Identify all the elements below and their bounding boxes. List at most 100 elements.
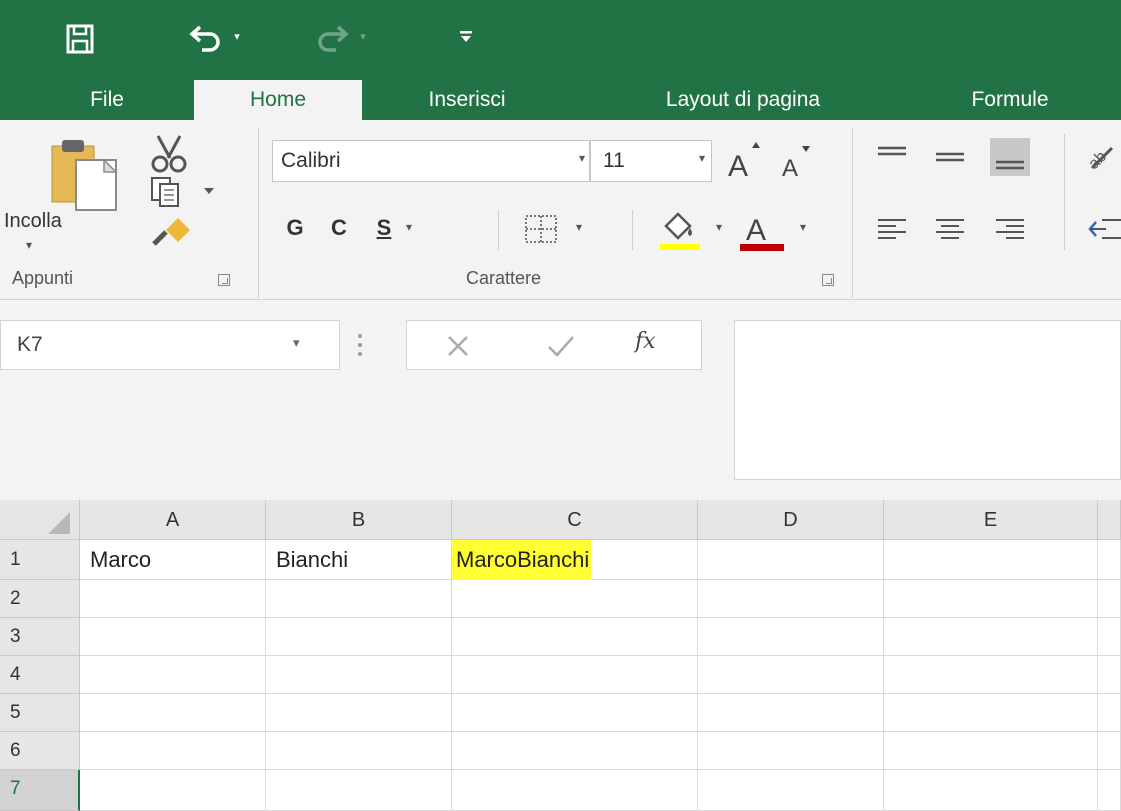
font-color-dropdown-icon[interactable]: ▾ xyxy=(800,220,806,234)
align-center-icon[interactable] xyxy=(930,210,970,248)
row-header-5[interactable]: 5 xyxy=(0,694,80,732)
cell-f4[interactable] xyxy=(1098,656,1121,694)
cell-c5[interactable] xyxy=(452,694,698,732)
cell-c7[interactable] xyxy=(452,770,698,811)
cell-f7[interactable] xyxy=(1098,770,1121,811)
row-header-6[interactable]: 6 xyxy=(0,732,80,770)
format-painter-icon[interactable] xyxy=(144,210,204,250)
redo-dropdown-icon[interactable]: ▾ xyxy=(354,24,372,48)
cell-a2[interactable] xyxy=(80,580,266,618)
fill-color-icon[interactable] xyxy=(656,206,704,254)
cell-b3[interactable] xyxy=(266,618,452,656)
borders-dropdown-icon[interactable]: ▾ xyxy=(576,220,582,234)
undo-icon[interactable] xyxy=(186,18,226,58)
cell-d4[interactable] xyxy=(698,656,884,694)
align-middle-icon[interactable] xyxy=(930,138,970,176)
clipboard-launcher-icon[interactable] xyxy=(218,274,230,286)
cell-e7[interactable] xyxy=(884,770,1098,811)
align-bottom-icon[interactable] xyxy=(990,138,1030,176)
orientation-icon[interactable]: ab xyxy=(1086,140,1121,176)
font-dropdown-icon[interactable]: ▾ xyxy=(579,151,585,165)
cell-b6[interactable] xyxy=(266,732,452,770)
bold-button[interactable]: G xyxy=(278,208,312,248)
cell-f6[interactable] xyxy=(1098,732,1121,770)
save-icon[interactable] xyxy=(64,22,96,56)
name-box[interactable]: K7 ▾ xyxy=(0,320,340,370)
cell-e2[interactable] xyxy=(884,580,1098,618)
cell-e1[interactable] xyxy=(884,540,1098,580)
row-header-1[interactable]: 1 xyxy=(0,540,80,580)
redo-icon[interactable] xyxy=(312,18,352,58)
column-header-f[interactable] xyxy=(1098,500,1121,540)
cell-f2[interactable] xyxy=(1098,580,1121,618)
undo-dropdown-icon[interactable]: ▾ xyxy=(228,24,246,48)
cell-f5[interactable] xyxy=(1098,694,1121,732)
cell-d6[interactable] xyxy=(698,732,884,770)
cancel-entry-icon[interactable] xyxy=(443,331,473,361)
customize-toolbar-icon[interactable] xyxy=(454,22,478,52)
cell-c2[interactable] xyxy=(452,580,698,618)
align-top-icon[interactable] xyxy=(872,138,912,176)
decrease-indent-icon[interactable] xyxy=(1086,212,1121,248)
select-all-button[interactable] xyxy=(0,500,80,540)
cell-c6[interactable] xyxy=(452,732,698,770)
column-header-a[interactable]: A xyxy=(80,500,266,540)
cell-e3[interactable] xyxy=(884,618,1098,656)
align-left-icon[interactable] xyxy=(872,210,912,248)
italic-button[interactable]: C xyxy=(322,208,356,248)
tab-home[interactable]: Home xyxy=(194,80,362,120)
cell-f3[interactable] xyxy=(1098,618,1121,656)
cell-b4[interactable] xyxy=(266,656,452,694)
cell-f1[interactable] xyxy=(1098,540,1121,580)
column-header-e[interactable]: E xyxy=(884,500,1098,540)
cell-d2[interactable] xyxy=(698,580,884,618)
cell-d3[interactable] xyxy=(698,618,884,656)
fill-color-dropdown-icon[interactable]: ▾ xyxy=(716,220,722,234)
row-header-2[interactable]: 2 xyxy=(0,580,80,618)
cell-c4[interactable] xyxy=(452,656,698,694)
font-launcher-icon[interactable] xyxy=(822,274,834,286)
paste-button[interactable]: Incolla ▾ xyxy=(2,128,122,256)
insert-function-button[interactable]: fx xyxy=(635,329,656,354)
cell-b7[interactable] xyxy=(266,770,452,811)
tab-inserisci[interactable]: Inserisci xyxy=(392,80,542,120)
cell-d1[interactable] xyxy=(698,540,884,580)
font-size-select[interactable]: 11 ▾ xyxy=(590,140,712,182)
cell-a5[interactable] xyxy=(80,694,266,732)
underline-dropdown-icon[interactable]: ▾ xyxy=(406,220,412,234)
increase-font-icon[interactable]: A xyxy=(724,136,768,184)
font-name-select[interactable]: Calibri ▾ xyxy=(272,140,590,182)
decrease-font-icon[interactable]: A xyxy=(776,138,820,184)
cell-b5[interactable] xyxy=(266,694,452,732)
cell-e6[interactable] xyxy=(884,732,1098,770)
cell-c3[interactable] xyxy=(452,618,698,656)
align-right-icon[interactable] xyxy=(990,210,1030,248)
row-header-4[interactable]: 4 xyxy=(0,656,80,694)
cell-a4[interactable] xyxy=(80,656,266,694)
cell-e4[interactable] xyxy=(884,656,1098,694)
underline-button[interactable]: S xyxy=(366,208,402,248)
borders-icon[interactable] xyxy=(522,212,562,246)
font-color-icon[interactable]: A xyxy=(736,206,788,254)
cell-a1[interactable]: Marco xyxy=(80,540,266,580)
cut-icon[interactable] xyxy=(144,132,194,176)
confirm-entry-icon[interactable] xyxy=(545,331,577,361)
cell-c1[interactable]: MarcoBianchi xyxy=(452,540,698,580)
row-header-3[interactable]: 3 xyxy=(0,618,80,656)
cell-a6[interactable] xyxy=(80,732,266,770)
cell-a3[interactable] xyxy=(80,618,266,656)
cell-a7[interactable] xyxy=(80,770,266,811)
name-box-dropdown-icon[interactable]: ▾ xyxy=(293,335,300,351)
cell-b2[interactable] xyxy=(266,580,452,618)
formula-bar-grip-icon[interactable] xyxy=(356,332,364,358)
cell-b1[interactable]: Bianchi xyxy=(266,540,452,580)
tab-layout-di-pagina[interactable]: Layout di pagina xyxy=(600,80,886,120)
font-size-dropdown-icon[interactable]: ▾ xyxy=(699,151,705,165)
cell-d7[interactable] xyxy=(698,770,884,811)
row-header-7[interactable]: 7 xyxy=(0,770,80,811)
cell-d5[interactable] xyxy=(698,694,884,732)
column-header-c[interactable]: C xyxy=(452,500,698,540)
copy-icon[interactable] xyxy=(144,174,224,210)
formula-input[interactable] xyxy=(734,320,1121,480)
paste-dropdown-icon[interactable]: ▾ xyxy=(26,238,32,252)
